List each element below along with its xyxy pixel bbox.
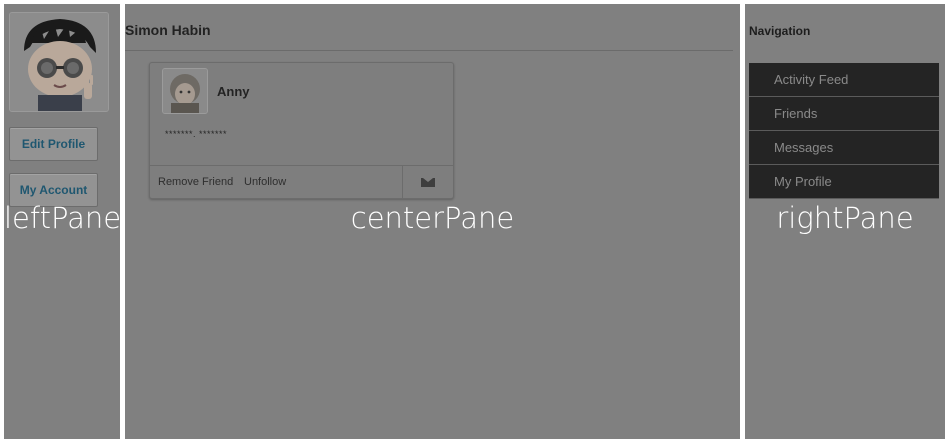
- friend-card-footer: Remove Friend Unfollow: [150, 165, 453, 198]
- friend-card: Anny *******. ******* Remove Friend Unfo…: [149, 62, 454, 199]
- friend-photo-image: [163, 69, 207, 113]
- center-pane-caption: centerPane: [350, 201, 515, 235]
- friend-meta-text: *******. *******: [165, 129, 228, 139]
- edit-profile-button[interactable]: Edit Profile: [9, 127, 98, 161]
- right-pane: Navigation Activity Feed Friends Message…: [745, 4, 945, 439]
- nav-item-my-profile[interactable]: My Profile: [749, 165, 939, 199]
- send-message-button[interactable]: [402, 166, 453, 198]
- left-pane: Edit Profile My Account leftPane: [4, 4, 120, 439]
- friend-photo[interactable]: [162, 68, 208, 114]
- cartoon-avatar-image: [10, 13, 108, 111]
- left-pane-caption: leftPane: [4, 201, 120, 235]
- friend-name[interactable]: Anny: [217, 84, 250, 99]
- title-divider: [125, 50, 733, 51]
- remove-friend-link[interactable]: Remove Friend: [158, 176, 233, 188]
- nav-item-messages[interactable]: Messages: [749, 131, 939, 165]
- right-pane-caption: rightPane: [776, 201, 914, 235]
- nav-item-activity-feed[interactable]: Activity Feed: [749, 63, 939, 97]
- nav-item-friends[interactable]: Friends: [749, 97, 939, 131]
- center-pane: Simon Habin Anny *******. ******* Remove…: [125, 4, 740, 439]
- mail-icon: [421, 178, 435, 187]
- profile-avatar[interactable]: [9, 12, 109, 112]
- unfollow-link[interactable]: Unfollow: [244, 176, 286, 188]
- navigation-title: Navigation: [749, 24, 811, 38]
- page-title: Simon Habin: [125, 22, 211, 38]
- navigation-list: Activity Feed Friends Messages My Profil…: [749, 63, 939, 199]
